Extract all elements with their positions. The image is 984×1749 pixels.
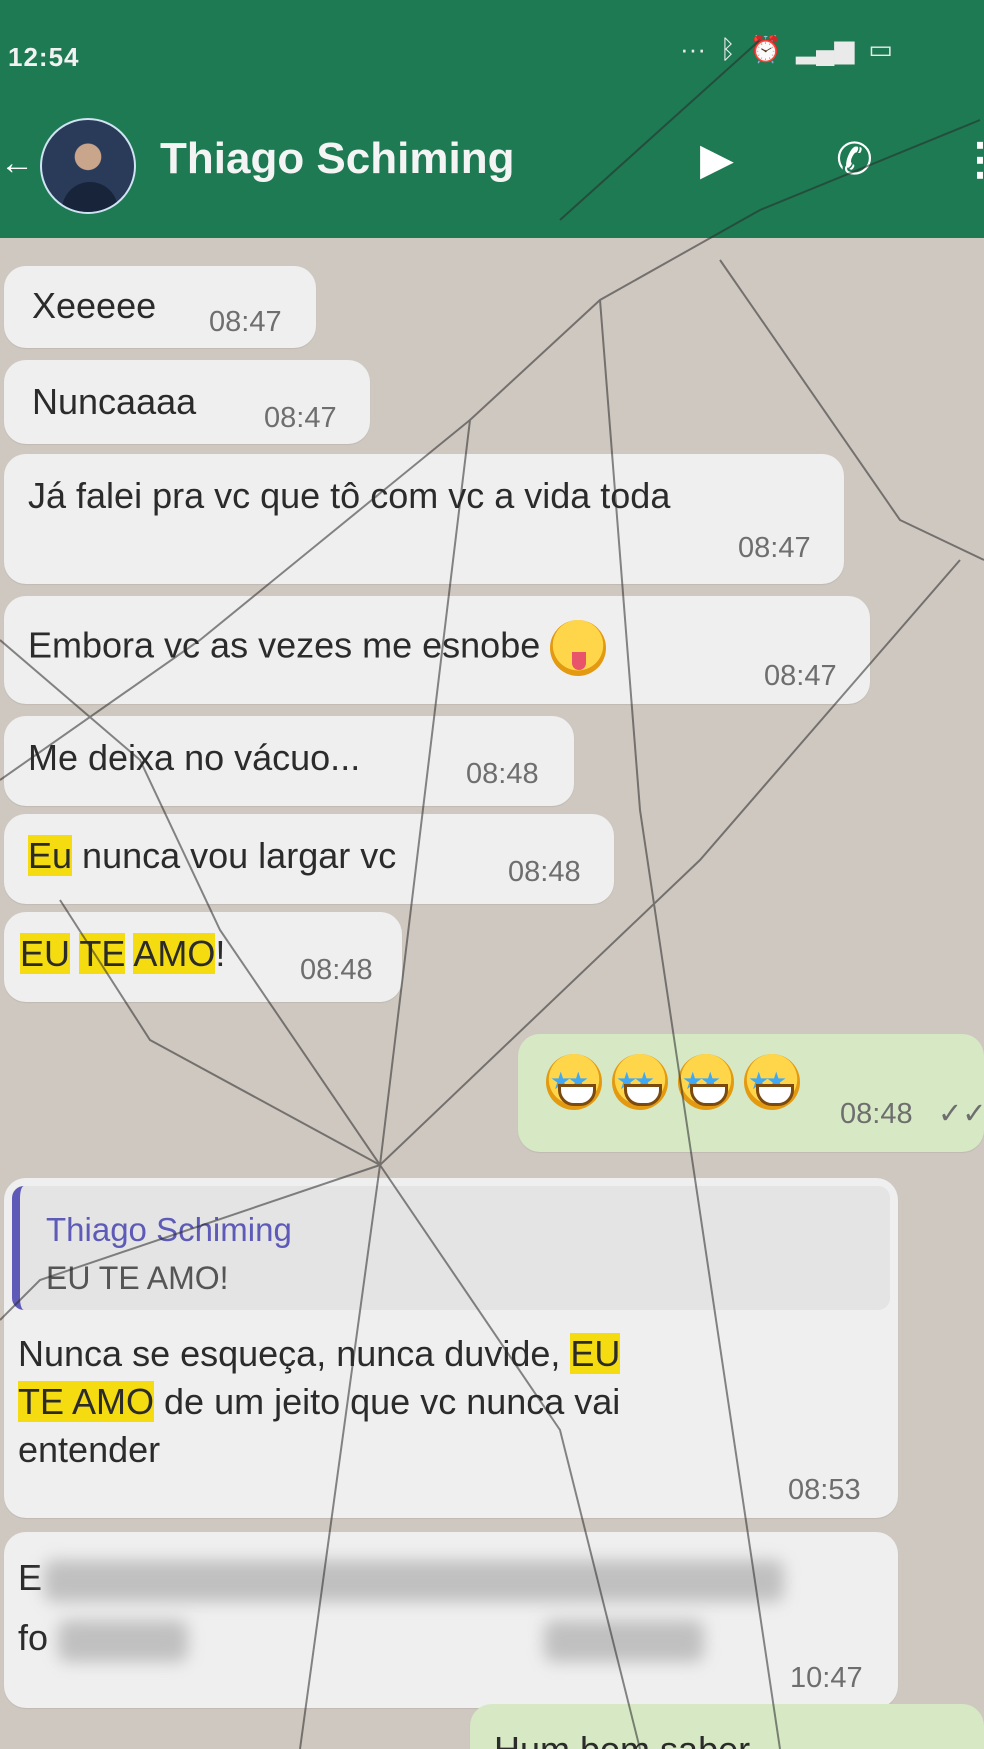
alarm-icon: ⏰ [749, 34, 782, 64]
message-time: 08:48 [840, 1098, 913, 1130]
outgoing-message-bubble[interactable]: 08:48 ✓✓ [518, 1034, 984, 1152]
message-time: 08:48 [300, 954, 373, 986]
message-time: 08:48 [466, 758, 539, 790]
redacted-text [44, 1560, 784, 1602]
star-struck-emoji [612, 1054, 668, 1110]
status-bar: 12:54 ··· ᛒ ⏰ ▂▄▆ ▭ [0, 0, 984, 100]
message-time: 08:47 [738, 532, 811, 564]
message-text-content: nunca vou largar vc [72, 835, 397, 876]
highlight-text: EU [20, 933, 71, 974]
tongue-face-emoji [550, 620, 607, 676]
star-struck-emoji [546, 1054, 602, 1110]
message-text: Nuncaaaa [32, 381, 197, 422]
quoted-author: Thiago Schiming [46, 1211, 292, 1248]
signal-icon: ▂▄▆ [795, 34, 855, 64]
chat-area[interactable]: Xeeeee 08:47 Nuncaaaa 08:47 Já falei pra… [0, 238, 984, 1749]
message-bubble[interactable]: EU TE AMO! 08:48 [4, 912, 402, 1002]
status-icons: ··· ᛒ ⏰ ▂▄▆ ▭ [680, 34, 893, 65]
message-text: EU TE AMO! [20, 932, 225, 976]
message-text: Já falei pra vc que tô com vc a vida tod… [28, 475, 671, 516]
highlight-text: EU [570, 1333, 621, 1374]
message-time: 10:47 [790, 1662, 863, 1694]
message-bubble[interactable]: Eu nunca vou largar vc 08:48 [4, 814, 614, 904]
message-time: 08:53 [788, 1474, 861, 1506]
message-time: 08:47 [764, 660, 837, 692]
message-text-start: fo [18, 1617, 49, 1658]
message-text: Hum bom saber [494, 1728, 750, 1749]
outgoing-message-bubble[interactable]: Hum bom saber [470, 1704, 984, 1749]
message-text: Xeeeee [32, 285, 157, 326]
message-time: 08:48 [508, 856, 581, 888]
reply-message-bubble[interactable]: Thiago Schiming EU TE AMO! Nunca se esqu… [4, 1178, 898, 1518]
star-struck-emoji [678, 1054, 734, 1110]
more-menu-icon[interactable]: ⋮ [958, 134, 984, 185]
message-bubble[interactable]: Embora vc as vezes me esnobe 08:47 [4, 596, 870, 704]
star-struck-emoji [744, 1054, 800, 1110]
quoted-message[interactable]: Thiago Schiming EU TE AMO! [12, 1186, 890, 1310]
battery-icon: ▭ [868, 34, 893, 64]
message-bubble[interactable]: Nuncaaaa 08:47 [4, 360, 370, 444]
message-text-content: entender [18, 1429, 161, 1470]
message-bubble[interactable]: Xeeeee 08:47 [4, 266, 316, 348]
emoji-row [546, 1054, 800, 1110]
message-bubble[interactable]: Já falei pra vc que tô com vc a vida tod… [4, 454, 844, 584]
back-arrow-icon[interactable]: ← [0, 144, 34, 183]
bluetooth-icon: ᛒ [719, 34, 736, 64]
highlight-text: TE AMO [18, 1381, 155, 1422]
quoted-text: EU TE AMO! [46, 1260, 229, 1296]
voice-call-icon[interactable]: ✆ [836, 134, 873, 185]
message-time: 08:47 [209, 306, 282, 338]
message-text-content: ! [215, 933, 226, 974]
message-time: 08:47 [264, 402, 337, 434]
message-text: Embora vc as vezes me esnobe [28, 620, 607, 676]
redacted-text [58, 1620, 188, 1662]
avatar[interactable] [40, 118, 136, 214]
video-call-icon[interactable]: ▶ [700, 134, 734, 185]
message-text: Nunca se esqueça, nunca duvide, EU TE AM… [18, 1330, 878, 1474]
message-bubble[interactable]: E fo 10:47 [4, 1532, 898, 1708]
highlight-text: TE [79, 933, 126, 974]
status-time: 12:54 [8, 42, 80, 72]
contact-name[interactable]: Thiago Schiming [160, 134, 514, 184]
redacted-text [544, 1620, 704, 1662]
message-text: Eu nunca vou largar vc [28, 834, 396, 878]
message-bubble[interactable]: Me deixa no vácuo... 08:48 [4, 716, 574, 806]
signal-dots-icon: ··· [680, 34, 706, 64]
message-text: Me deixa no vácuo... [28, 737, 361, 778]
highlight-text: AMO [133, 933, 216, 974]
message-text-content: de um jeito que vc nunca vai [154, 1381, 621, 1422]
message-text-start: E [18, 1557, 43, 1598]
message-text-content: Nunca se esqueça, nunca duvide, [18, 1333, 571, 1374]
message-text-content: Embora vc as vezes me esnobe [28, 624, 541, 666]
chat-header: ← Thiago Schiming ▶ ✆ ⋮ [0, 100, 984, 238]
read-ticks-icon: ✓✓ [938, 1098, 984, 1130]
highlight-text: Eu [28, 835, 73, 876]
